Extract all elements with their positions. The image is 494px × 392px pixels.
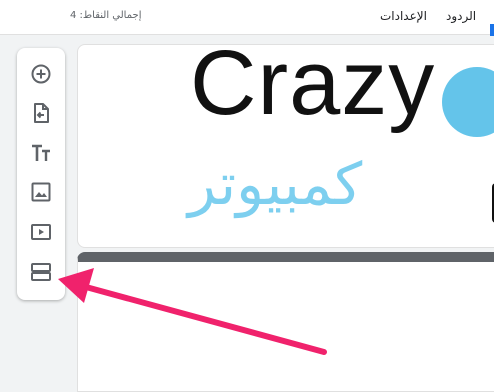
add-image-icon[interactable] <box>29 180 53 204</box>
import-questions-icon[interactable] <box>29 101 53 125</box>
add-section-icon[interactable] <box>29 260 53 284</box>
active-tab-indicator <box>490 24 494 36</box>
logo-arabic-text: كمبيوتر <box>188 150 363 218</box>
total-points-label: إجمالي النقاط: 4 <box>70 10 142 21</box>
form-section-card[interactable] <box>77 252 494 392</box>
add-video-icon[interactable] <box>29 220 53 244</box>
logo-english-text: Crazy <box>190 44 436 134</box>
add-title-icon[interactable] <box>29 141 53 165</box>
floating-toolbar <box>17 48 65 300</box>
header-image[interactable]: Crazy كمبيوتر <box>77 44 494 248</box>
top-bar: الردود الإعدادات إجمالي النقاط: 4 <box>0 0 494 36</box>
tab-settings[interactable]: الإعدادات <box>380 9 427 23</box>
tab-responses[interactable]: الردود <box>446 9 476 23</box>
add-question-icon[interactable] <box>29 62 53 86</box>
logo-circle <box>442 67 494 137</box>
